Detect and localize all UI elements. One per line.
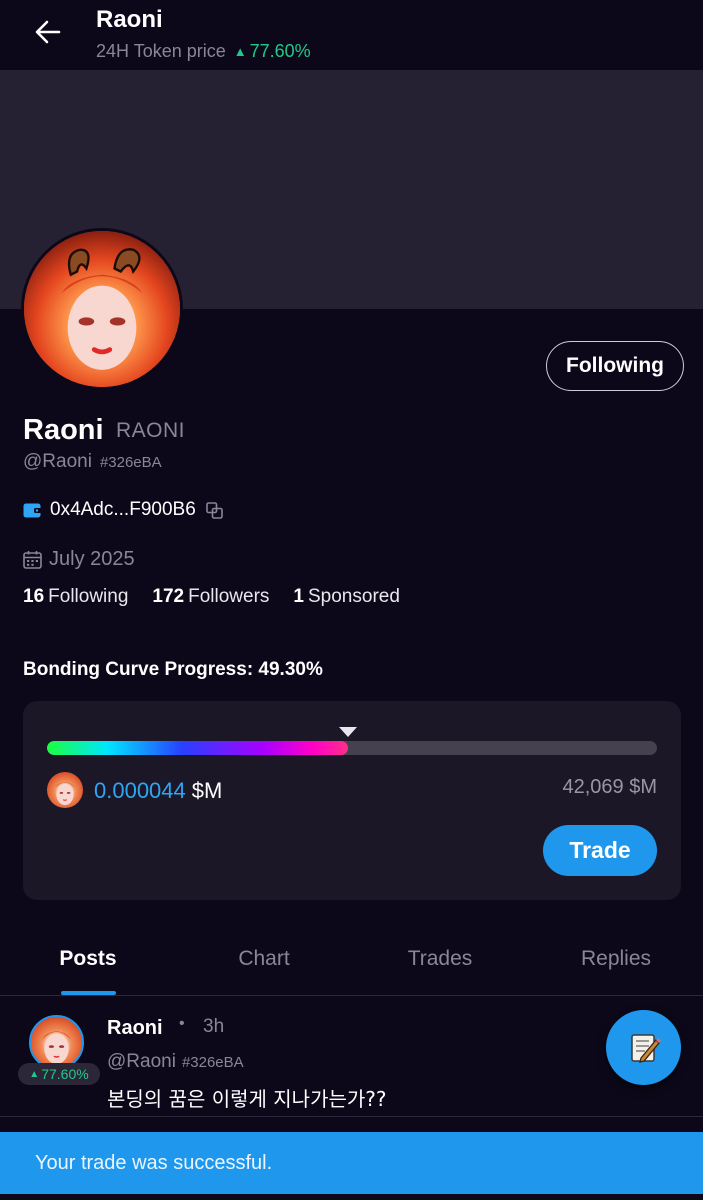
post-avatar-image	[42, 1031, 71, 1064]
sponsored-stat[interactable]: 1 Sponsored	[293, 586, 399, 608]
token-avatar-image	[54, 782, 76, 806]
toast-message: Your trade was successful.	[35, 1151, 273, 1174]
triangle-up-icon: ▲	[233, 44, 247, 59]
tab-trades[interactable]: Trades	[352, 947, 528, 971]
followers-label: Followers	[188, 586, 270, 607]
profile-handle: @Raoni	[23, 451, 92, 472]
bonding-curve-progress-bar	[47, 741, 657, 755]
post-item[interactable]: ▲ 77.60% Raoni • 3h @Raoni #326eBA 본딩의 꿈은…	[0, 997, 703, 1117]
progress-marker-icon	[338, 727, 357, 737]
bonding-curve-card: 0.000044 $M 42,069 $M Trade	[23, 701, 681, 900]
sponsored-count: 1	[293, 586, 304, 607]
post-separator-dot: •	[179, 1015, 185, 1032]
sponsored-label: Sponsored	[308, 586, 400, 607]
followers-stat[interactable]: 172 Followers	[152, 586, 269, 608]
following-label: Following	[48, 586, 129, 607]
post-avatar[interactable]	[29, 1015, 84, 1070]
token-avatar	[47, 772, 83, 808]
avatar-portrait-image	[24, 231, 180, 387]
calendar-icon	[23, 551, 42, 569]
following-button[interactable]: Following	[546, 341, 684, 391]
header-subtitle: 24H Token price ▲ 77.60%	[96, 41, 311, 62]
join-date-row: July 2025	[23, 548, 135, 571]
post-handle-row: @Raoni #326eBA	[107, 1051, 244, 1073]
following-stat[interactable]: 16 Following	[23, 586, 128, 608]
post-price-badge-value: 77.60%	[41, 1066, 89, 1082]
compose-button[interactable]	[606, 1010, 681, 1085]
profile-name: Raoni	[23, 414, 104, 446]
bonding-curve-title: Bonding Curve Progress: 49.30%	[23, 659, 323, 680]
token-price-unit: $M	[191, 778, 223, 803]
tab-posts[interactable]: Posts	[0, 947, 176, 971]
post-time: 3h	[203, 1016, 225, 1037]
profile-avatar[interactable]	[21, 228, 183, 390]
profile-tabs: Posts Chart Trades Replies	[0, 930, 703, 996]
compose-icon	[630, 1033, 661, 1063]
tab-replies[interactable]: Replies	[528, 947, 703, 971]
following-count: 16	[23, 586, 45, 607]
token-price-value: 0.000044	[94, 778, 186, 803]
bonding-curve-progress-fill	[47, 741, 348, 755]
trade-button[interactable]: Trade	[543, 825, 657, 876]
triangle-up-icon: ▲	[29, 1068, 40, 1080]
post-author-name[interactable]: Raoni	[107, 1017, 163, 1040]
price-change-value: 77.60%	[249, 41, 311, 61]
header-title: Raoni	[96, 6, 163, 33]
token-price-label: 24H Token price	[96, 41, 226, 61]
join-date: July 2025	[49, 548, 135, 570]
profile-ticker: RAONI	[116, 419, 186, 442]
market-cap-target: 42,069 $M	[562, 776, 657, 798]
wallet-row: 0x4Adc...F900B6	[23, 499, 223, 521]
stats-row: 16 Following 172 Followers 1 Sponsored	[23, 586, 400, 608]
success-toast: Your trade was successful.	[0, 1132, 703, 1194]
followers-count: 172	[152, 586, 185, 607]
handle-row: @Raoni #326eBA	[23, 451, 162, 473]
tab-chart[interactable]: Chart	[176, 947, 352, 971]
post-price-badge: ▲ 77.60%	[18, 1063, 100, 1085]
arrow-left-icon	[35, 20, 61, 44]
post-author-tag: #326eBA	[181, 1054, 244, 1071]
price-change: ▲ 77.60%	[234, 41, 311, 62]
active-tab-indicator	[61, 991, 116, 995]
back-button[interactable]	[30, 14, 66, 50]
post-author-handle: @Raoni	[107, 1051, 176, 1072]
bottom-strip	[0, 1194, 703, 1200]
profile-tag: #326eBA	[99, 454, 162, 471]
post-text: 본딩의 꿈은 이렇게 지나가는가??	[107, 1087, 387, 1111]
wallet-icon	[23, 503, 42, 517]
top-bar: Raoni 24H Token price ▲ 77.60%	[0, 0, 703, 70]
copy-icon[interactable]	[205, 501, 223, 519]
token-price: 0.000044 $M	[94, 778, 222, 804]
wallet-address: 0x4Adc...F900B6	[50, 499, 196, 520]
